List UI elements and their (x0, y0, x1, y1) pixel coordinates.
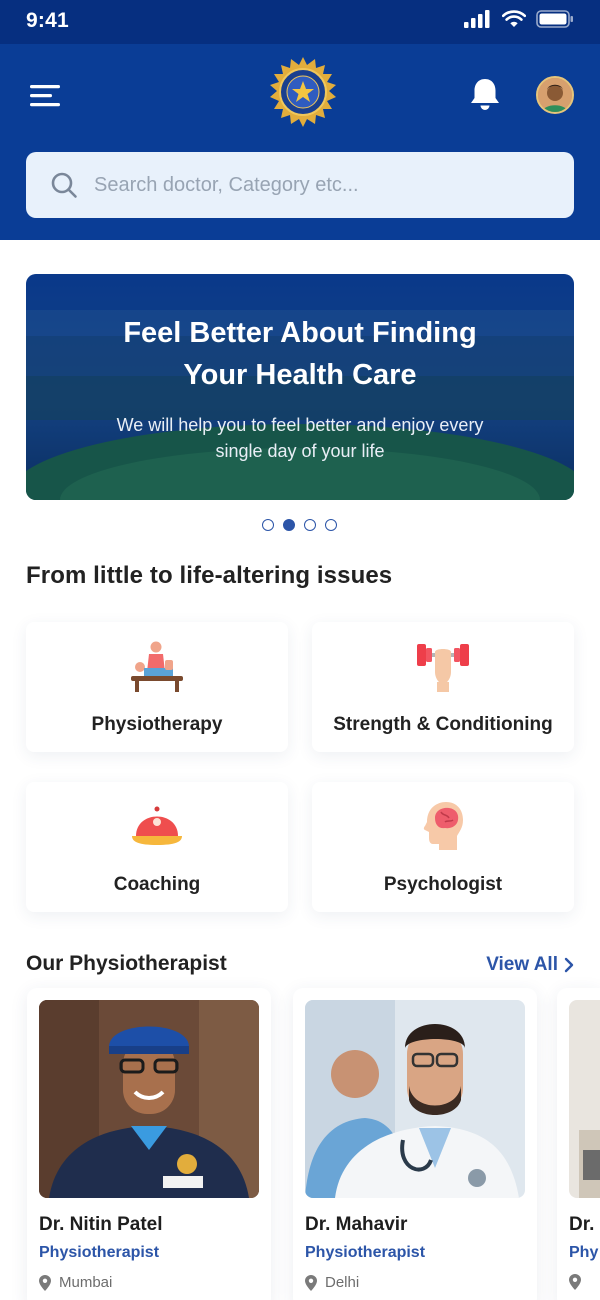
status-icons (464, 10, 574, 28)
doctor-photo (39, 1000, 259, 1198)
category-coaching[interactable]: Coaching (26, 782, 288, 912)
promo-banner[interactable]: Feel Better About Finding Your Health Ca… (26, 274, 574, 500)
doctor-card[interactable]: Dr. Mahavir Physiotherapist Delhi (293, 988, 537, 1300)
view-all-link[interactable]: View All (486, 954, 574, 976)
category-strength-conditioning[interactable]: Strength & Conditioning (312, 622, 574, 752)
doctor-location-label: Mumbai (59, 1274, 113, 1291)
doctor-specialty: Phy (569, 1244, 599, 1261)
banner-subtitle: We will help you to feel better and enjo… (66, 412, 534, 464)
banner-subtitle-line-2: single day of your life (215, 441, 385, 461)
doctor-photo (569, 1000, 600, 1198)
carousel-dot-3[interactable] (304, 519, 316, 531)
brain-icon (423, 802, 463, 850)
status-time: 9:41 (26, 9, 69, 32)
location-pin-icon (39, 1274, 51, 1291)
doctor-photo (305, 1000, 525, 1198)
carousel-dot-2[interactable] (283, 519, 295, 531)
banner-title: Feel Better About Finding Your Health Ca… (26, 312, 574, 396)
carousel-dot-4[interactable] (325, 519, 337, 531)
doctor-specialty: Physiotherapist (39, 1244, 160, 1261)
bell-icon (471, 79, 499, 110)
signal-icon (464, 10, 490, 28)
doctor-name: Dr. I (569, 1214, 600, 1235)
banner-title-line-1: Feel Better About Finding (123, 317, 477, 349)
doctor-name: Dr. Nitin Patel (39, 1214, 163, 1235)
hamburger-menu-icon (30, 85, 60, 107)
doctor-specialty: Physiotherapist (305, 1244, 426, 1261)
banner-subtitle-line-1: We will help you to feel better and enjo… (116, 415, 484, 435)
doctor-location: Delhi (305, 1274, 359, 1291)
doctor-card[interactable]: Dr. Nitin Patel Physiotherapist Mumbai (27, 988, 271, 1300)
cap-icon (132, 806, 182, 845)
doctor-photo-image (569, 1000, 600, 1198)
category-label: Psychologist (383, 874, 503, 895)
carousel-dots (262, 519, 337, 531)
avatar-image (538, 78, 572, 112)
search-icon (51, 172, 77, 198)
battery-icon (536, 10, 573, 28)
doctor-location: Mumbai (39, 1274, 112, 1291)
view-all-label: View All (486, 954, 558, 975)
category-label: Strength & Conditioning (333, 714, 553, 735)
carousel-dot-1[interactable] (262, 519, 274, 531)
dumbbell-icon (417, 644, 469, 692)
category-physiotherapy[interactable]: Physiotherapy (26, 622, 288, 752)
app-header: 9:41 (0, 0, 600, 240)
bcci-logo (270, 57, 336, 127)
categories-title: From little to life-altering issues (26, 562, 393, 589)
menu-button[interactable] (30, 82, 62, 110)
user-avatar[interactable] (536, 76, 574, 114)
status-bar: 9:41 (0, 0, 600, 44)
physiotherapy-icon (131, 641, 183, 692)
banner-title-line-2: Your Health Care (183, 359, 417, 391)
category-psychologist[interactable]: Psychologist (312, 782, 574, 912)
physiotherapist-section-title: Our Physiotherapist (26, 952, 227, 975)
search-box[interactable] (26, 152, 574, 218)
wifi-icon (502, 10, 526, 27)
doctor-location (569, 1274, 581, 1290)
notifications-button[interactable] (468, 76, 502, 112)
doctor-photo-image (39, 1000, 259, 1198)
location-pin-icon (569, 1274, 581, 1290)
doctor-location-label: Delhi (325, 1274, 360, 1291)
location-pin-icon (305, 1274, 317, 1291)
category-label: Coaching (113, 874, 201, 895)
category-label: Physiotherapy (91, 714, 223, 735)
doctor-card[interactable]: Dr. I Phy (557, 988, 600, 1300)
doctor-name: Dr. Mahavir (305, 1214, 408, 1235)
chevron-right-icon (564, 957, 574, 973)
search-input[interactable] (94, 173, 534, 197)
doctor-photo-image (305, 1000, 525, 1198)
